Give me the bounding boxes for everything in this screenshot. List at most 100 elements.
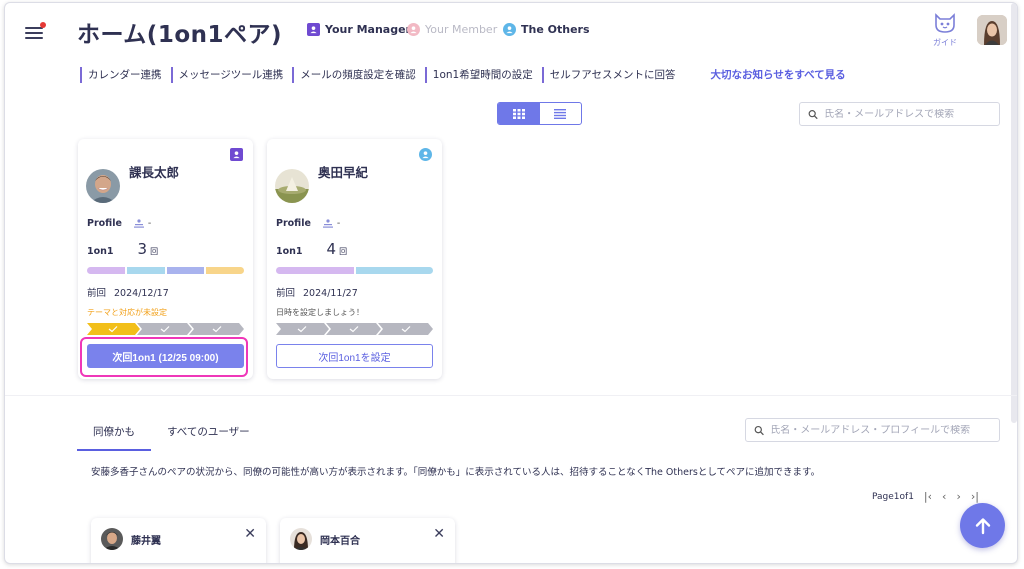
legend-others: The Others bbox=[503, 23, 590, 36]
subnav-self-assessment[interactable]: セルフアセスメントに回答 bbox=[541, 67, 685, 83]
history-segment bbox=[355, 267, 433, 274]
prev-page-button[interactable]: ‹ bbox=[942, 490, 946, 503]
notice-link[interactable]: 大切なお知らせをすべて見る bbox=[685, 67, 855, 83]
others-icon bbox=[503, 23, 516, 36]
legend-member: Your Member bbox=[407, 23, 497, 36]
previous-date-row: 前回 2024/12/17 bbox=[87, 285, 169, 299]
history-segment bbox=[166, 267, 205, 274]
avatar bbox=[101, 528, 123, 550]
guide-label: ガイド bbox=[933, 38, 957, 47]
pair-search-input[interactable] bbox=[824, 108, 999, 120]
user-search-input[interactable] bbox=[770, 424, 999, 436]
notification-dot bbox=[40, 22, 46, 28]
oneonone-count-row: 1on1 3 回 bbox=[87, 240, 158, 258]
oneonone-label: 1on1 bbox=[276, 246, 303, 257]
last-page-button[interactable]: ›| bbox=[971, 490, 979, 503]
user-name: 岡本百合 bbox=[320, 536, 360, 547]
previous-date-row: 前回 2024/11/27 bbox=[276, 285, 358, 299]
history-segment bbox=[206, 267, 244, 274]
status-note: テーマと対応が未設定 bbox=[87, 308, 167, 317]
legend-manager-label: Your Manager bbox=[325, 23, 411, 36]
close-icon[interactable]: ✕ bbox=[433, 526, 445, 542]
section-divider bbox=[5, 395, 1017, 396]
history-bar bbox=[87, 267, 244, 274]
manager-badge-icon bbox=[230, 148, 243, 161]
grid-icon bbox=[512, 108, 525, 119]
user-name: 藤井翼 bbox=[131, 536, 161, 547]
next-page-button[interactable]: › bbox=[956, 490, 960, 503]
user-tabs: 同僚かも すべてのユーザー bbox=[77, 417, 266, 451]
view-toggle bbox=[497, 102, 582, 125]
avatar bbox=[275, 169, 309, 203]
subnav-preferred-time[interactable]: 1on1希望時間の設定 bbox=[424, 67, 542, 83]
oneonone-count-row: 1on1 4 回 bbox=[276, 240, 347, 258]
user-avatar[interactable] bbox=[977, 15, 1007, 45]
previous-label: 前回 bbox=[276, 288, 296, 299]
history-segment bbox=[126, 267, 165, 274]
member-icon bbox=[407, 23, 420, 36]
first-page-button[interactable]: |‹ bbox=[924, 490, 932, 503]
suggested-user-card[interactable]: 藤井翼 ✕ bbox=[91, 518, 266, 563]
set-next-oneonone-button[interactable]: 次回1on1を設定 bbox=[276, 344, 433, 368]
legend-others-label: The Others bbox=[521, 23, 590, 36]
oneonone-label: 1on1 bbox=[87, 246, 114, 257]
user-search-box bbox=[745, 418, 1000, 442]
previous-date: 2024/11/27 bbox=[303, 288, 358, 299]
profile-icon bbox=[322, 219, 333, 228]
card-name: 課長太郎 bbox=[129, 165, 180, 180]
legend-member-label: Your Member bbox=[425, 23, 498, 36]
history-segment bbox=[87, 267, 125, 274]
profile-label: Profile bbox=[87, 218, 122, 229]
menu-icon[interactable] bbox=[25, 22, 46, 41]
profile-icon bbox=[133, 219, 144, 228]
status-note: 日時を設定しましょう！ bbox=[276, 308, 364, 317]
guide-button[interactable]: ガイド bbox=[930, 13, 960, 48]
previous-label: 前回 bbox=[87, 288, 107, 299]
tab-maybe-colleague[interactable]: 同僚かも bbox=[77, 417, 151, 451]
grid-view-button[interactable] bbox=[498, 103, 540, 124]
history-segment bbox=[276, 267, 354, 274]
profile-row: Profile - bbox=[87, 218, 151, 229]
legend-manager: Your Manager bbox=[307, 23, 411, 36]
previous-date: 2024/12/17 bbox=[114, 288, 169, 299]
search-icon bbox=[754, 425, 764, 435]
pair-search-box bbox=[799, 102, 1000, 126]
progress-steps bbox=[276, 323, 433, 335]
pagination: Page1of1 |‹ ‹ › ›| bbox=[872, 490, 979, 503]
scroll-top-button[interactable] bbox=[960, 503, 1005, 548]
avatar bbox=[290, 528, 312, 550]
scrollbar[interactable] bbox=[1011, 3, 1017, 423]
profile-label: Profile bbox=[276, 218, 311, 229]
subnav: カレンダー連携 メッセージツール連携 メールの頻度設定を確認 1on1希望時間の… bbox=[80, 67, 855, 83]
count-unit: 回 bbox=[150, 247, 159, 256]
pair-card-others[interactable]: 奥田早紀 Profile - 1on1 4 回 前回 2024/11/27 日時を… bbox=[267, 139, 442, 379]
others-badge-icon bbox=[419, 148, 432, 161]
list-view-button[interactable] bbox=[540, 103, 582, 124]
subnav-calendar[interactable]: カレンダー連携 bbox=[80, 67, 171, 83]
profile-value: - bbox=[147, 218, 152, 229]
subnav-mail-frequency[interactable]: メールの頻度設定を確認 bbox=[292, 67, 425, 83]
page-indicator: Page1of1 bbox=[872, 491, 914, 502]
card-name: 奥田早紀 bbox=[318, 165, 369, 180]
close-icon[interactable]: ✕ bbox=[244, 526, 256, 542]
profile-row: Profile - bbox=[276, 218, 340, 229]
progress-steps bbox=[87, 323, 244, 335]
list-icon bbox=[554, 108, 567, 119]
arrow-up-icon bbox=[975, 517, 990, 534]
avatar bbox=[86, 169, 120, 203]
oneonone-count: 4 bbox=[326, 240, 337, 258]
guide-mascot-icon bbox=[935, 13, 955, 33]
search-icon bbox=[808, 109, 818, 119]
suggested-user-card[interactable]: 岡本百合 ✕ bbox=[280, 518, 455, 563]
tab-all-users[interactable]: すべてのユーザー bbox=[151, 417, 266, 451]
app-window: ホーム(1on1ペア) Your Manager Your Member The… bbox=[4, 2, 1018, 564]
history-bar bbox=[276, 267, 433, 274]
count-unit: 回 bbox=[339, 247, 348, 256]
profile-value: - bbox=[336, 218, 341, 229]
manager-icon bbox=[307, 23, 320, 36]
description-text: 安藤多香子さんのペアの状況から、同僚の可能性が高い方が表示されます。「同僚かも」… bbox=[91, 467, 821, 478]
subnav-message-tool[interactable]: メッセージツール連携 bbox=[170, 67, 293, 83]
oneonone-count: 3 bbox=[137, 240, 148, 258]
highlight-outline bbox=[80, 337, 248, 377]
page-title: ホーム(1on1ペア) bbox=[77, 22, 283, 48]
